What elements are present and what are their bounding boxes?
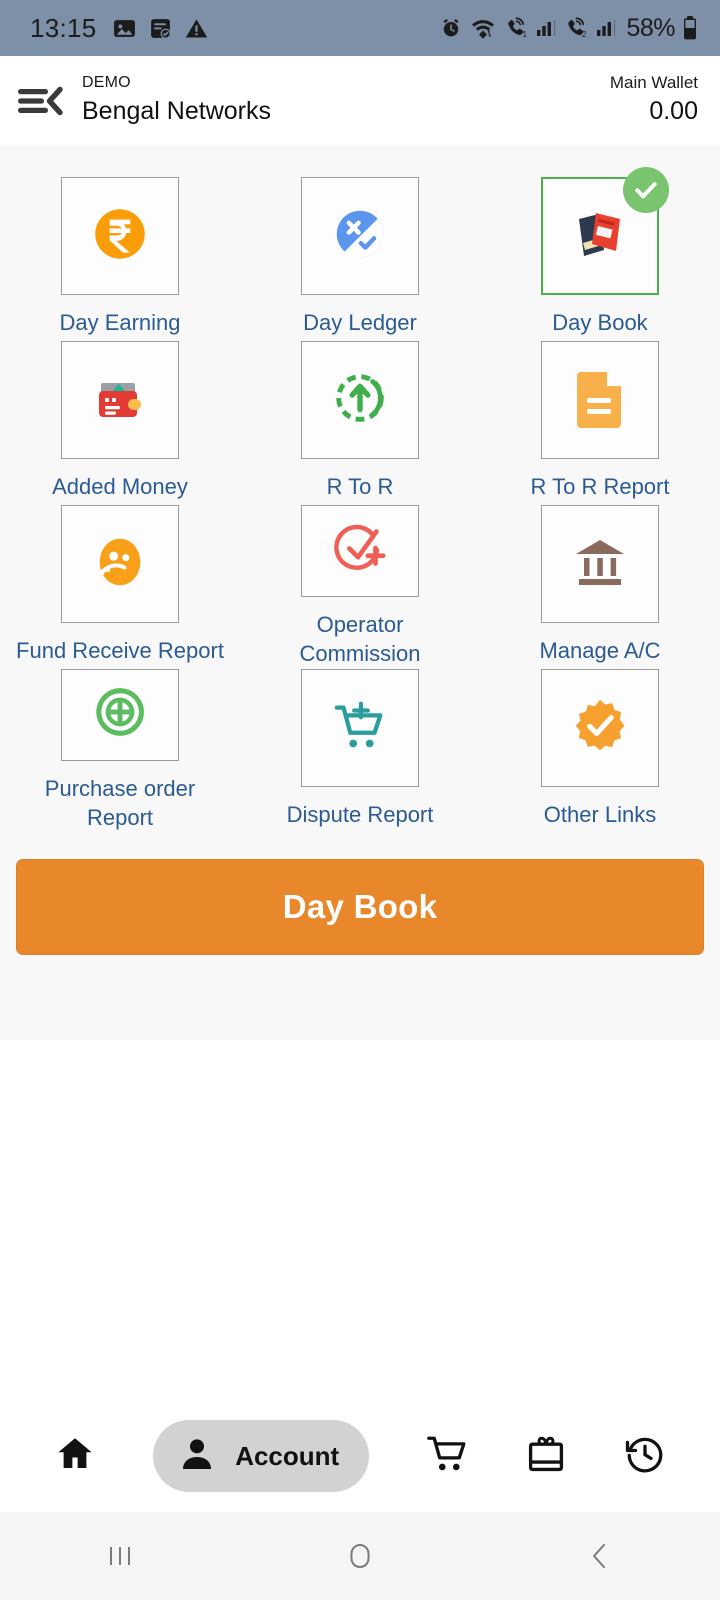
signal-sim1-icon [536, 17, 556, 39]
nav-item-home[interactable] [54, 1420, 96, 1492]
status-time: 13:15 [30, 12, 97, 43]
tile-frame [541, 669, 659, 787]
cart-plus-icon [329, 695, 391, 762]
tile-frame [61, 505, 179, 623]
grid-item-label: R To R [326, 474, 394, 499]
nav-item-cart[interactable] [426, 1420, 468, 1492]
grid-item-purchase-order-report[interactable]: Purchase order Report [0, 669, 240, 833]
nav-item-history[interactable] [624, 1420, 666, 1492]
tile-frame [301, 505, 419, 597]
tile-frame [61, 177, 179, 295]
grid-item-operator-commission[interactable]: Operator Commission [240, 505, 480, 669]
phone-screen: 13:15 1 2 58% DEMO Bengal Networks Main … [0, 0, 720, 1600]
grid-item-r-to-r[interactable]: R To R [240, 341, 480, 505]
grid-item-label: Fund Receive Report [16, 638, 224, 663]
battery-percent: 58% [626, 13, 675, 42]
check-icon [623, 167, 669, 213]
header-titles: DEMO Bengal Networks [82, 73, 271, 128]
tile-frame [541, 505, 659, 623]
status-bar: 13:15 1 2 58% [0, 0, 720, 56]
wallet-label: Main Wallet [609, 73, 698, 93]
status-bar-right: 1 2 58% [439, 14, 698, 43]
menu-grid: Day Earning Day Ledger Day Book Added Mo… [0, 167, 720, 833]
wifi-icon [470, 16, 496, 40]
back-chevron-icon[interactable] [540, 1512, 660, 1600]
recents-icon[interactable] [60, 1512, 180, 1600]
svg-text:2: 2 [582, 30, 587, 39]
battery-icon [682, 15, 698, 41]
bank-icon [570, 534, 630, 595]
grid-item-label: Other Links [543, 802, 657, 827]
image-icon [112, 16, 137, 41]
grid-item-label: Added Money [52, 474, 188, 499]
alarm-icon [439, 16, 463, 40]
grid-item-label: R To R Report [530, 474, 670, 499]
tile-frame [301, 177, 419, 295]
content-area: Day Earning Day Ledger Day Book Added Mo… [0, 145, 720, 1040]
person-icon [177, 1434, 217, 1479]
grid-item-day-book[interactable]: Day Book [480, 167, 720, 341]
nav-item-account[interactable]: Account [153, 1420, 370, 1492]
grid-item-label: Manage A/C [539, 638, 661, 663]
document-icon [571, 366, 629, 435]
bottom-navigation: Account [0, 1400, 720, 1512]
user-fund-icon [89, 531, 151, 598]
grid-item-dispute-report[interactable]: Dispute Report [240, 669, 480, 833]
tile-frame [61, 341, 179, 459]
verified-badge-icon [570, 696, 630, 761]
grid-item-r-to-r-report[interactable]: R To R Report [480, 341, 720, 505]
plus-circle-icon [89, 681, 151, 748]
tile-frame [61, 669, 179, 761]
call-sim2-icon: 2 [563, 16, 589, 40]
grid-item-added-money[interactable]: Added Money [0, 341, 240, 505]
rupee-coin-icon [87, 201, 153, 272]
grid-item-label: Operator Commission [299, 611, 421, 667]
gift-icon [525, 1433, 567, 1480]
app-header: DEMO Bengal Networks Main Wallet 0.00 [0, 56, 720, 145]
tile-frame [541, 341, 659, 459]
status-bar-left: 13:15 [30, 13, 209, 44]
nav-item-offers[interactable] [525, 1420, 567, 1492]
tile-frame [301, 341, 419, 459]
home-icon [54, 1433, 96, 1480]
grid-item-other-links[interactable]: Other Links [480, 669, 720, 833]
tile-frame [301, 669, 419, 787]
main-wallet[interactable]: Main Wallet 0.00 [610, 72, 698, 129]
grid-item-label: Day Earning [59, 310, 181, 335]
page-title: Bengal Networks [82, 97, 271, 126]
grid-item-fund-receive-report[interactable]: Fund Receive Report [0, 505, 240, 669]
header-subtitle: DEMO [82, 74, 131, 92]
grid-item-label: Purchase order Report [44, 775, 196, 831]
grid-item-label: Day Book [552, 310, 648, 335]
upload-circle-icon [329, 367, 391, 434]
hamburger-back-icon[interactable] [14, 73, 70, 129]
note-checked-icon [148, 16, 173, 41]
grid-item-day-ledger[interactable]: Day Ledger [240, 177, 480, 341]
empty-space [0, 1040, 720, 1400]
svg-text:1: 1 [523, 30, 528, 39]
history-icon [624, 1433, 666, 1480]
grid-item-day-earning[interactable]: Day Earning [0, 177, 240, 341]
nav-item-account-label: Account [235, 1440, 340, 1471]
grid-item-label: Day Ledger [303, 310, 417, 335]
wallet-money-icon [88, 366, 152, 435]
ledger-check-cross-icon [329, 203, 391, 270]
tile-frame-selected [541, 167, 669, 295]
wallet-amount: 0.00 [649, 97, 698, 126]
cart-icon [426, 1433, 468, 1480]
check-plus-icon [328, 517, 392, 584]
signal-sim2-icon [596, 17, 616, 39]
grid-item-manage-ac[interactable]: Manage A/C [480, 505, 720, 669]
call-sim1-icon: 1 [503, 16, 529, 40]
grid-item-label: Dispute Report [286, 802, 434, 827]
primary-action-wrap: Day Book [0, 833, 720, 955]
books-stack-icon [565, 199, 635, 274]
day-book-button[interactable]: Day Book [16, 859, 704, 955]
warning-icon [184, 16, 209, 41]
home-circle-icon[interactable] [300, 1512, 420, 1600]
android-navigation-bar [0, 1512, 720, 1600]
